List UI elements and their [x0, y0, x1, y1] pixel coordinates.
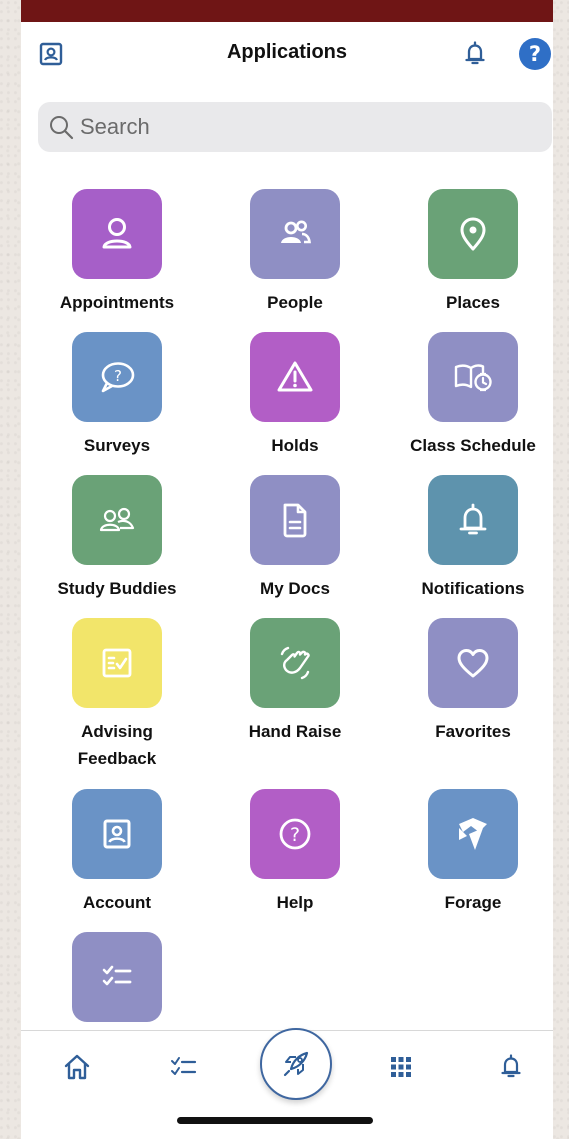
book-clock-icon — [454, 364, 492, 392]
help-tile[interactable]: ? — [250, 789, 340, 879]
hand-wave-icon — [280, 646, 310, 680]
bell-icon — [459, 503, 487, 535]
app-surveys[interactable]: ? Surveys — [29, 332, 205, 459]
app-label: Study Buddies — [57, 579, 177, 598]
svg-text:?: ? — [290, 824, 300, 846]
hand-raise-tile[interactable] — [250, 618, 340, 708]
notifications-tile[interactable] — [428, 475, 518, 565]
phone-screen: Applications ? Search Appointments Peopl… — [21, 0, 553, 1139]
app-hand-raise[interactable]: Hand Raise — [207, 618, 383, 745]
my-docs-tile[interactable] — [250, 475, 340, 565]
people-tile[interactable] — [250, 189, 340, 279]
app-label: Class Schedule — [410, 436, 536, 455]
bell-icon — [501, 1054, 521, 1078]
favorites-tile[interactable] — [428, 618, 518, 708]
person-icon — [102, 218, 132, 249]
app-label: My Docs — [260, 579, 330, 598]
app-label: Favorites — [435, 722, 511, 741]
document-icon — [283, 503, 307, 538]
app-people[interactable]: People — [207, 189, 383, 316]
checklist-board-icon — [102, 648, 132, 678]
app-label: Forage — [444, 893, 502, 912]
home-icon — [64, 1054, 90, 1080]
svg-text:?: ? — [114, 367, 122, 385]
app-label: Hand Raise — [248, 722, 342, 741]
forage-logo-icon — [459, 818, 487, 850]
app-advising-feedback[interactable]: Advising Feedback — [29, 618, 205, 772]
app-label: People — [267, 293, 323, 312]
app-holds[interactable]: Holds — [207, 332, 383, 459]
id-card-icon — [103, 819, 131, 849]
checklist-icon — [171, 1057, 197, 1075]
app-label: Surveys — [83, 436, 151, 455]
location-pin-icon — [460, 217, 486, 251]
app-notifications[interactable]: Notifications — [385, 475, 553, 602]
app-label: Notifications — [421, 579, 525, 598]
checklist-tile[interactable] — [72, 932, 162, 1022]
advising-feedback-tile[interactable] — [72, 618, 162, 708]
nav-notifications[interactable] — [489, 1045, 533, 1089]
home-indicator — [177, 1117, 373, 1124]
rocket-icon — [283, 1051, 309, 1077]
warning-triangle-icon — [277, 361, 313, 392]
app-study-buddies[interactable]: Study Buddies — [29, 475, 205, 602]
places-tile[interactable] — [428, 189, 518, 279]
nav-launch-button[interactable] — [260, 1028, 332, 1100]
holds-tile[interactable] — [250, 332, 340, 422]
people-icon — [281, 220, 311, 244]
speech-bubble-question-icon: ? — [101, 362, 135, 393]
heart-icon — [457, 649, 489, 678]
app-account[interactable]: Account — [29, 789, 205, 916]
app-label: Advising Feedback — [77, 722, 157, 768]
app-forage[interactable]: Forage — [385, 789, 553, 916]
appointments-tile[interactable] — [72, 189, 162, 279]
forage-tile[interactable] — [428, 789, 518, 879]
checklist-icon — [102, 965, 132, 986]
app-checklist[interactable] — [29, 932, 205, 1022]
app-label: Places — [446, 293, 500, 312]
study-buddies-tile[interactable] — [72, 475, 162, 565]
group-icon — [99, 507, 135, 532]
apps-grid: Appointments People Places ? Surveys Hol… — [21, 0, 553, 1030]
surveys-tile[interactable]: ? — [72, 332, 162, 422]
app-places[interactable]: Places — [385, 189, 553, 316]
app-my-docs[interactable]: My Docs — [207, 475, 383, 602]
app-label: Holds — [271, 436, 319, 455]
app-label: Account — [83, 893, 151, 912]
app-favorites[interactable]: Favorites — [385, 618, 553, 745]
account-tile[interactable] — [72, 789, 162, 879]
question-circle-icon: ? — [279, 818, 311, 850]
app-label: Help — [276, 893, 314, 912]
app-appointments[interactable]: Appointments — [29, 189, 205, 316]
class-schedule-tile[interactable] — [428, 332, 518, 422]
nav-tasks[interactable] — [162, 1045, 206, 1089]
nav-apps[interactable] — [379, 1045, 423, 1089]
app-label: Appointments — [59, 293, 175, 312]
grid-icon — [391, 1057, 411, 1077]
nav-home[interactable] — [55, 1045, 99, 1089]
app-class-schedule[interactable]: Class Schedule — [385, 332, 553, 459]
app-help[interactable]: ? Help — [207, 789, 383, 916]
